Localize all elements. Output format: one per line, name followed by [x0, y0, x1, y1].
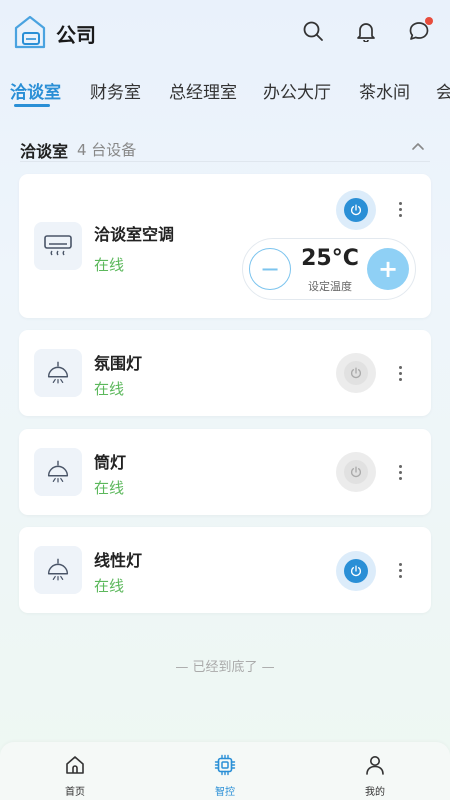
company-logo-icon: [13, 14, 47, 50]
decrease-temperature-button[interactable]: −: [249, 248, 291, 290]
nav-profile[interactable]: 我的: [335, 742, 415, 800]
device-status: 在线: [94, 256, 125, 274]
temperature-control: − 25°C 设定温度 +: [242, 238, 416, 300]
power-toggle-button[interactable]: [336, 452, 376, 492]
tab-room-1[interactable]: 财务室: [90, 78, 141, 103]
end-of-list-text: — 已经到底了 —: [175, 660, 275, 675]
device-name: 洽谈室空调: [94, 225, 175, 244]
user-icon: [366, 756, 384, 775]
temperature-label: 设定温度: [308, 280, 352, 293]
nav-label: 智控: [215, 787, 235, 798]
pendant-lamp-icon: [34, 546, 82, 594]
power-toggle-button[interactable]: [336, 551, 376, 591]
more-options-button[interactable]: [390, 457, 410, 487]
device-card[interactable]: 洽谈室空调 在线 − 25°C 设定温度 +: [19, 174, 431, 318]
home-icon: [66, 756, 84, 774]
tab-room-5[interactable]: 会: [436, 78, 450, 103]
nav-smart-control[interactable]: 智控: [185, 742, 265, 800]
power-icon: [351, 367, 361, 379]
device-count: 4 台设备: [77, 141, 137, 159]
device-card[interactable]: 筒灯 在线: [19, 429, 431, 515]
bell-icon: [357, 23, 375, 42]
temperature-value: 25°C: [301, 246, 359, 271]
chevron-up-icon: [412, 143, 424, 150]
collapse-section-button[interactable]: [408, 136, 428, 156]
power-icon: [351, 204, 361, 216]
notification-dot: [425, 17, 433, 25]
nav-home[interactable]: 首页: [35, 742, 115, 800]
pendant-lamp-icon: [34, 349, 82, 397]
section-title: 洽谈室: [20, 142, 69, 161]
power-icon: [351, 466, 361, 478]
air-conditioner-icon: [34, 222, 82, 270]
tab-room-0[interactable]: 洽谈室: [10, 78, 61, 103]
power-toggle-button[interactable]: [336, 190, 376, 230]
device-card[interactable]: 线性灯 在线: [19, 527, 431, 613]
messages-button[interactable]: [404, 16, 434, 46]
tab-room-3[interactable]: 办公大厅: [263, 78, 331, 103]
bottom-navigation: 首页 智控 我的: [0, 742, 450, 800]
tab-room-4[interactable]: 茶水间: [359, 78, 410, 103]
active-tab-indicator: [14, 104, 50, 107]
app-header: 公司: [0, 0, 450, 64]
more-options-button[interactable]: [390, 555, 410, 585]
device-status: 在线: [94, 380, 125, 398]
company-title: 公司: [56, 23, 96, 47]
tab-room-2[interactable]: 总经理室: [169, 78, 237, 103]
device-name: 线性灯: [94, 551, 143, 570]
device-name: 筒灯: [94, 453, 127, 472]
increase-temperature-button[interactable]: +: [367, 248, 409, 290]
search-icon: [303, 21, 323, 41]
room-section-header: 洽谈室 4 台设备: [20, 136, 430, 162]
device-name: 氛围灯: [94, 354, 143, 373]
device-card[interactable]: 氛围灯 在线: [19, 330, 431, 416]
pendant-lamp-icon: [34, 448, 82, 496]
nav-label: 我的: [365, 787, 385, 798]
search-button[interactable]: [298, 16, 328, 46]
device-status: 在线: [94, 577, 125, 595]
more-options-button[interactable]: [390, 194, 410, 224]
notifications-button[interactable]: [351, 16, 381, 46]
chip-icon: [214, 754, 236, 776]
device-status: 在线: [94, 479, 125, 497]
power-icon: [351, 565, 361, 577]
nav-label: 首页: [65, 787, 85, 798]
power-toggle-button[interactable]: [336, 353, 376, 393]
room-tabs: 洽谈室 财务室 总经理室 办公大厅 茶水间 会: [0, 70, 450, 110]
more-options-button[interactable]: [390, 358, 410, 388]
